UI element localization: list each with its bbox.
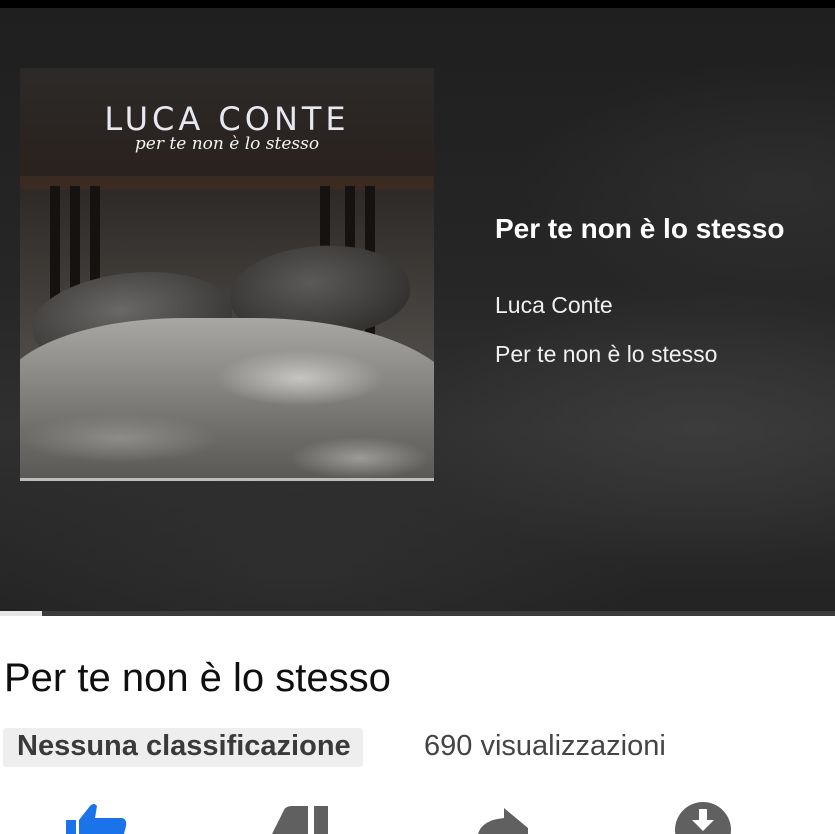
download-button[interactable] bbox=[670, 800, 740, 834]
thumbs-down-icon bbox=[272, 806, 328, 834]
video-title: Per te non è lo stesso bbox=[4, 656, 391, 700]
track-artist: Luca Conte bbox=[495, 292, 613, 318]
dislike-button[interactable] bbox=[262, 800, 332, 834]
cover-artist-text: LUCA CONTE bbox=[104, 100, 350, 138]
album-cover: LUCA CONTE per te non è lo stesso bbox=[20, 68, 434, 481]
rating-badge: Nessuna classificazione bbox=[3, 728, 363, 767]
like-button[interactable] bbox=[60, 800, 130, 834]
status-bar-strip bbox=[0, 0, 835, 8]
download-icon bbox=[675, 802, 731, 834]
share-button[interactable] bbox=[470, 800, 540, 834]
progress-bar-fill bbox=[0, 611, 42, 616]
track-album: Per te non è lo stesso bbox=[495, 341, 718, 367]
thumbs-up-icon bbox=[66, 804, 127, 834]
share-icon bbox=[478, 808, 528, 834]
track-title: Per te non è lo stesso bbox=[495, 213, 785, 244]
duvet bbox=[20, 318, 434, 481]
progress-bar[interactable] bbox=[0, 611, 835, 616]
video-player[interactable]: LUCA CONTE per te non è lo stesso Per te… bbox=[0, 8, 835, 612]
cover-album-text: per te non è lo stesso bbox=[134, 134, 320, 154]
view-count: 690 visualizzazioni bbox=[424, 730, 666, 762]
